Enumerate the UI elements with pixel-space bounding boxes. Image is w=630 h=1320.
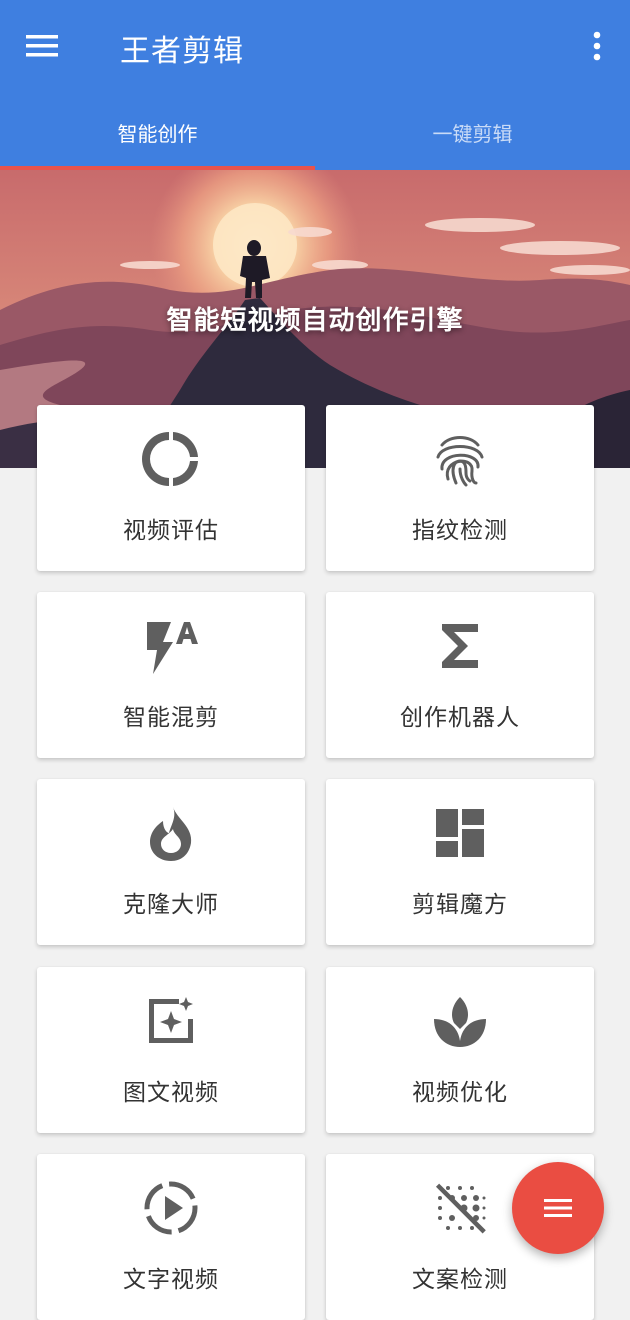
feature-label: 克隆大师	[123, 892, 219, 918]
image-sparkle-icon	[141, 991, 201, 1051]
more-vertical-icon[interactable]	[582, 26, 612, 66]
fingerprint-icon	[430, 429, 490, 489]
tab-smart-creation[interactable]: 智能创作	[0, 110, 315, 170]
feature-label: 创作机器人	[400, 705, 520, 731]
feature-card-edit-cube[interactable]: 剪辑魔方	[326, 779, 594, 945]
feature-label: 视频优化	[412, 1080, 508, 1106]
tab-label: 智能创作	[117, 122, 198, 146]
sigma-icon	[430, 616, 490, 676]
banner-caption: 智能短视频自动创作引擎	[166, 306, 464, 336]
dashboard-grid-icon	[430, 803, 490, 863]
flame-icon	[141, 803, 201, 863]
feature-card-text-video[interactable]: 文字视频	[37, 1154, 305, 1320]
feature-label: 文案检测	[412, 1267, 508, 1293]
feature-card-video-evaluation[interactable]: 视频评估	[37, 405, 305, 571]
feature-card-creation-robot[interactable]: 创作机器人	[326, 592, 594, 758]
flash-auto-icon	[141, 616, 201, 676]
feature-card-fingerprint-detection[interactable]: 指纹检测	[326, 405, 594, 571]
app-bar: 王者剪辑 智能创作 一键剪辑	[0, 0, 630, 170]
spa-leaf-icon	[430, 991, 490, 1051]
hamburger-menu-icon[interactable]	[24, 26, 68, 66]
menu-lines-icon	[544, 1199, 572, 1217]
feature-card-smart-mix[interactable]: 智能混剪	[37, 592, 305, 758]
feature-label: 图文视频	[123, 1080, 219, 1106]
feature-card-image-text-video[interactable]: 图文视频	[37, 967, 305, 1133]
blur-off-icon	[430, 1178, 490, 1238]
feature-label: 剪辑魔方	[412, 892, 508, 918]
feature-label: 指纹检测	[412, 518, 508, 544]
feature-card-clone-master[interactable]: 克隆大师	[37, 779, 305, 945]
feature-label: 文字视频	[123, 1267, 219, 1293]
donut-chart-icon	[141, 429, 201, 489]
play-circle-dashed-icon	[141, 1178, 201, 1238]
tab-label: 一键剪辑	[432, 122, 513, 146]
feature-card-video-optimize[interactable]: 视频优化	[326, 967, 594, 1133]
feature-label: 视频评估	[123, 518, 219, 544]
app-title: 王者剪辑	[120, 34, 244, 69]
feature-label: 智能混剪	[123, 705, 219, 731]
floating-action-button[interactable]	[512, 1162, 604, 1254]
tab-one-click-edit[interactable]: 一键剪辑	[315, 110, 630, 170]
